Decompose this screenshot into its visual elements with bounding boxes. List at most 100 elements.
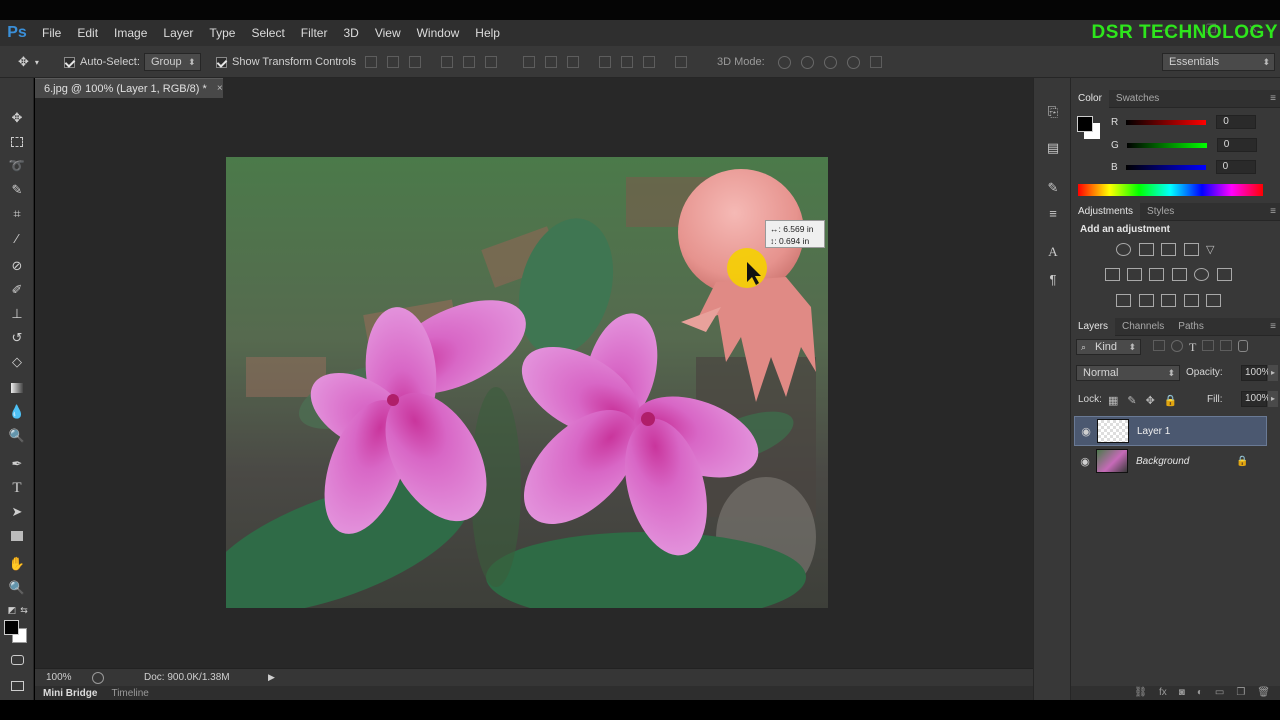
clone-stamp-tool-icon[interactable]: ⊥ (7, 304, 27, 324)
menu-filter[interactable]: Filter (293, 20, 336, 46)
curves-icon[interactable] (1161, 243, 1176, 256)
menu-help[interactable]: Help (467, 20, 508, 46)
tab-color[interactable]: Color (1071, 89, 1109, 108)
auto-select-checkbox[interactable]: Auto-Select: (64, 46, 140, 78)
blur-tool-icon[interactable]: 💧 (7, 402, 27, 422)
brush-tool-icon[interactable]: ✐ (7, 280, 27, 300)
panel-menu-icon[interactable]: ≡ (1270, 206, 1276, 217)
hue-saturation-icon[interactable] (1105, 268, 1120, 281)
menu-image[interactable]: Image (106, 20, 155, 46)
green-slider-track[interactable] (1126, 142, 1207, 148)
filter-pixel-icon[interactable] (1153, 340, 1165, 351)
close-tab-button[interactable]: × (217, 83, 223, 94)
new-adjustment-layer-icon[interactable]: ◐ (1197, 686, 1203, 700)
character-icon[interactable]: A (1044, 244, 1062, 262)
gradient-tool-icon[interactable] (7, 378, 27, 398)
3d-rotate-icon[interactable] (777, 55, 791, 69)
filter-shape-icon[interactable] (1202, 340, 1215, 351)
blue-value[interactable]: 0 (1215, 160, 1256, 174)
status-export-icon[interactable] (92, 671, 104, 684)
lock-image-icon[interactable]: ✎ (1127, 394, 1136, 407)
distribute-top-icon[interactable] (523, 56, 535, 68)
3d-roll-icon[interactable] (800, 55, 814, 69)
menu-select[interactable]: Select (243, 20, 292, 46)
opacity-arrow-icon[interactable]: ▸ (1268, 365, 1278, 381)
tab-timeline[interactable]: Timeline (105, 688, 154, 699)
brush-presets-icon[interactable]: ✎ (1044, 180, 1062, 198)
filter-adjustment-icon[interactable] (1171, 340, 1183, 352)
new-layer-icon[interactable]: ❐ (1236, 686, 1245, 700)
move-tool-icon[interactable]: ✥ (7, 108, 27, 128)
healing-brush-tool-icon[interactable]: ⊘ (7, 256, 27, 276)
lasso-tool-icon[interactable]: ➰ (7, 156, 27, 176)
lock-position-icon[interactable]: ✥ (1146, 394, 1155, 407)
rectangle-tool-icon[interactable] (7, 526, 27, 546)
lock-transparent-icon[interactable]: ▦ (1108, 394, 1118, 407)
3d-pan-icon[interactable] (823, 55, 837, 69)
layer-row-background[interactable]: ◉ Background 🔒 (1074, 446, 1267, 476)
tab-swatches[interactable]: Swatches (1109, 93, 1166, 104)
history-brush-tool-icon[interactable]: ↺ (7, 328, 27, 348)
distribute-bottom-icon[interactable] (567, 56, 579, 68)
align-vcenter-icon[interactable] (387, 56, 399, 68)
menu-file[interactable]: File (34, 20, 69, 46)
menu-type[interactable]: Type (201, 20, 243, 46)
opacity-value[interactable]: 100% (1241, 365, 1271, 381)
gradient-map-icon[interactable] (1206, 294, 1221, 307)
history-icon[interactable]: ⎘ (1044, 104, 1062, 122)
color-lookup-icon[interactable] (1217, 268, 1232, 281)
3d-scale-icon[interactable] (869, 56, 882, 68)
threshold-icon[interactable] (1161, 294, 1176, 307)
new-group-icon[interactable]: ▭ (1215, 686, 1224, 700)
layer-1-name[interactable]: Layer 1 (1137, 426, 1170, 437)
foreground-color-swatch[interactable] (4, 620, 19, 635)
eyedropper-tool-icon[interactable]: ⁄ (7, 228, 27, 248)
green-slider[interactable]: G 0 (1111, 138, 1257, 152)
color-balance-icon[interactable] (1127, 268, 1142, 281)
panel-menu-icon[interactable]: ≡ (1270, 321, 1276, 332)
visibility-eye-icon[interactable]: ◉ (1075, 425, 1097, 438)
tab-channels[interactable]: Channels (1115, 321, 1171, 332)
blue-slider[interactable]: B 0 (1111, 160, 1256, 174)
distribute-hcenter-icon[interactable] (621, 56, 633, 68)
hand-tool-icon[interactable]: ✋ (7, 554, 27, 574)
green-value[interactable]: 0 (1216, 138, 1257, 152)
align-right-icon[interactable] (485, 56, 497, 68)
menu-view[interactable]: View (367, 20, 409, 46)
quick-select-tool-icon[interactable]: ✎ (7, 180, 27, 200)
blue-slider-track[interactable] (1125, 164, 1206, 170)
swap-colors-icon[interactable]: ⇆ (14, 600, 34, 620)
dodge-tool-icon[interactable]: 🔍 (7, 426, 27, 446)
screen-mode-icon[interactable] (7, 676, 27, 696)
filter-toggle-icon[interactable] (1238, 340, 1249, 352)
color-spectrum-bar[interactable] (1078, 184, 1263, 196)
photo-filter-icon[interactable] (1172, 268, 1187, 281)
delete-layer-icon[interactable]: 🗑 (1257, 686, 1270, 700)
auto-select-dropdown[interactable]: Group (144, 53, 201, 71)
distribute-left-icon[interactable] (599, 56, 611, 68)
background-layer-name[interactable]: Background (1136, 456, 1236, 467)
zoom-level[interactable]: 100% (46, 672, 88, 683)
fill-arrow-icon[interactable]: ▸ (1268, 391, 1278, 407)
exposure-icon[interactable] (1184, 243, 1199, 256)
document-tab[interactable]: 6.jpg @ 100% (Layer 1, RGB/8) * × (35, 78, 223, 98)
layer-filter-kind-dropdown[interactable]: ⌕ Kind (1076, 339, 1141, 355)
visibility-eye-icon[interactable]: ◉ (1074, 455, 1096, 468)
status-menu-arrow-icon[interactable]: ▶ (268, 672, 275, 683)
filter-smart-object-icon[interactable] (1220, 340, 1233, 351)
eraser-tool-icon[interactable]: ◇ (7, 352, 27, 372)
workspace-dropdown[interactable]: Essentials (1162, 53, 1275, 71)
marquee-tool-icon[interactable] (7, 132, 27, 152)
move-tool-preset-picker[interactable]: ✥ ▾ (18, 46, 39, 78)
pen-tool-icon[interactable]: ✒ (7, 454, 27, 474)
color-fg-swatch[interactable] (1077, 116, 1093, 132)
quick-mask-icon[interactable] (7, 650, 27, 670)
menu-window[interactable]: Window (409, 20, 468, 46)
paragraph-icon[interactable]: ¶ (1044, 272, 1062, 290)
black-white-icon[interactable] (1149, 268, 1164, 281)
zoom-tool-icon[interactable]: 🔍 (7, 578, 27, 598)
auto-align-icon[interactable] (675, 56, 687, 68)
align-hcenter-icon[interactable] (463, 56, 475, 68)
red-value[interactable]: 0 (1216, 115, 1257, 129)
layer-style-fx-icon[interactable]: fx (1159, 686, 1167, 700)
